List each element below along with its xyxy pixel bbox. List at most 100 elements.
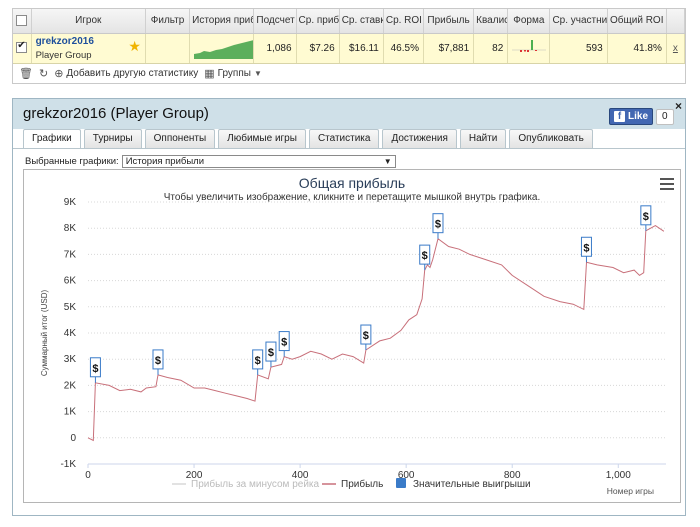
refresh-icon[interactable]: ↻	[39, 67, 48, 80]
avg-stake-cell: $16.11	[339, 33, 384, 64]
select-all-header[interactable]	[13, 9, 32, 34]
col-header-profit[interactable]: Прибыль	[423, 9, 475, 34]
tab-statistics[interactable]: Статистика	[308, 129, 380, 148]
count-cell: 1,086	[253, 33, 297, 64]
graph-select[interactable]: История прибыли ▼	[121, 155, 396, 168]
panel-tabs: Графики Турниры Оппоненты Любимые игры С…	[23, 129, 593, 149]
player-name-link[interactable]: grekzor2016	[36, 36, 141, 47]
big-win-label: $	[155, 355, 161, 367]
avg-profit-cell: $7.26	[296, 33, 340, 64]
big-win-label: $	[281, 337, 287, 349]
tab-tournaments[interactable]: Турниры	[83, 129, 142, 148]
legend-item-profit[interactable]: Прибыль	[322, 478, 383, 490]
tab-achievements[interactable]: Достижения	[382, 129, 457, 148]
select-all-checkbox[interactable]	[16, 15, 28, 27]
tab-graphs[interactable]: Графики	[23, 129, 81, 149]
tab-find[interactable]: Найти	[459, 129, 507, 148]
col-header-avg-stake[interactable]: Ср. ставк	[339, 9, 384, 34]
groups-label: Группы	[217, 68, 251, 79]
col-header-quals[interactable]: Квалис	[473, 9, 509, 34]
facebook-icon: f	[614, 111, 625, 122]
col-header-profit-history[interactable]: История приб	[189, 9, 255, 34]
y-tick-label: 5K	[64, 302, 77, 313]
tab-favorite-games[interactable]: Любимые игры	[218, 129, 306, 148]
col-header-form[interactable]: Форма	[507, 9, 551, 34]
y-tick-label: 0	[70, 433, 76, 444]
y-tick-label: 8K	[64, 223, 77, 234]
big-win-marker[interactable]: $	[360, 324, 372, 351]
col-header-total-roi[interactable]: Общий ROI	[607, 9, 667, 34]
stats-header-row: Игрок Фильтр История приб Подсчет Ср. пр…	[13, 9, 686, 34]
big-win-marker[interactable]: $	[640, 205, 652, 231]
graph-select-label: Выбранные графики:	[25, 156, 119, 167]
profit-history-sparkline	[194, 40, 253, 59]
chevron-down-icon: ▼	[383, 157, 392, 166]
filter-cell[interactable]	[145, 33, 191, 64]
profit-cell: $7,881	[423, 33, 475, 64]
tab-opponents[interactable]: Оппоненты	[144, 129, 216, 148]
y-tick-label: 2K	[64, 380, 77, 391]
avg-entrants-cell: 593	[549, 33, 608, 64]
row-select-cell[interactable]	[13, 33, 32, 64]
star-icon: ★	[128, 37, 141, 54]
grid-icon: ▦	[204, 68, 215, 80]
big-win-label: $	[422, 250, 428, 262]
col-header-player[interactable]: Игрок	[31, 9, 146, 34]
trash-icon[interactable]: 🗑	[19, 67, 33, 80]
col-header-remove	[666, 9, 686, 34]
y-tick-label: 1K	[64, 407, 77, 418]
facebook-like-label: Like	[628, 111, 649, 122]
panel-header: grekzor2016 (Player Group) f Like 0 ×	[13, 99, 685, 129]
stats-panel: Игрок Фильтр История приб Подсчет Ср. пр…	[12, 8, 686, 84]
col-header-avg-profit[interactable]: Ср. приб	[296, 9, 340, 34]
remove-row-link[interactable]: x	[666, 33, 686, 64]
legend-item-profit-without-rake[interactable]: Прибыль за минусом рейка	[172, 478, 320, 490]
col-header-avg-entrants[interactable]: Ср. участни	[549, 9, 608, 34]
y-tick-label: 7K	[64, 249, 77, 260]
stats-table: Игрок Фильтр История приб Подсчет Ср. пр…	[13, 9, 686, 64]
table-row[interactable]: grekzor2016 Player Group ★ 1,086 $7.26 $…	[13, 33, 686, 64]
tabs-divider	[13, 148, 685, 149]
big-win-marker[interactable]: $	[265, 341, 277, 368]
player-panel: grekzor2016 (Player Group) f Like 0 × Гра…	[12, 98, 686, 516]
legend-label: Прибыль	[341, 478, 383, 490]
big-win-label: $	[92, 363, 98, 375]
graph-select-row: Выбранные графики: История прибыли ▼	[25, 155, 396, 168]
facebook-like-count: 0	[656, 109, 674, 125]
col-header-avg-roi[interactable]: Ср. ROI	[383, 9, 424, 34]
player-cell[interactable]: grekzor2016 Player Group ★	[31, 33, 146, 64]
close-icon[interactable]: ×	[675, 99, 682, 113]
big-win-marker[interactable]: $	[252, 349, 264, 375]
form-cell	[507, 33, 551, 64]
row-checkbox[interactable]	[16, 40, 28, 54]
total-roi-cell: 41.8%	[607, 33, 667, 64]
big-win-marker[interactable]: $	[432, 213, 444, 239]
facebook-like-button[interactable]: f Like	[609, 108, 654, 125]
col-header-count[interactable]: Подсчет	[253, 9, 297, 34]
y-tick-label: 9K	[64, 197, 77, 208]
col-header-filter[interactable]: Фильтр	[145, 9, 191, 34]
stats-toolbar: 🗑 ↻ ⊕ Добавить другую статистику ▦ Группы ▼	[13, 64, 685, 84]
groups-dropdown[interactable]: ▦ Группы ▼	[204, 67, 262, 80]
y-tick-label: 4K	[64, 328, 77, 339]
legend-item-big-wins[interactable]: Значительные выигрыши	[396, 478, 531, 490]
big-win-marker[interactable]: $	[580, 236, 592, 263]
chart-plot[interactable]: -1K01K2K3K4K5K6K7K8K9K 0 200 400 600 800 1,00…	[24, 170, 680, 502]
big-win-marker[interactable]: $	[278, 331, 290, 357]
big-win-marker[interactable]: $	[152, 349, 164, 375]
profit-chart[interactable]: Общая прибыль Чтобы увеличить изображени…	[23, 169, 681, 503]
big-win-label: $	[363, 330, 369, 342]
graph-select-value: История прибыли	[125, 156, 205, 167]
y-tick-label: 6K	[64, 276, 77, 287]
panel-title: grekzor2016 (Player Group)	[23, 105, 209, 122]
form-sparkline	[512, 40, 547, 52]
add-stats-label: Добавить другую статистику	[66, 68, 199, 79]
big-win-marker[interactable]: $	[89, 357, 101, 383]
legend-label: Значительные выигрыши	[413, 479, 531, 490]
add-stats-button[interactable]: ⊕ Добавить другую статистику	[54, 67, 198, 80]
add-icon: ⊕	[54, 68, 64, 80]
big-win-label: $	[583, 242, 589, 254]
tab-publish[interactable]: Опубликовать	[509, 129, 593, 148]
y-tick-label: -1K	[60, 459, 76, 470]
y-tick-label: 3K	[64, 354, 77, 365]
